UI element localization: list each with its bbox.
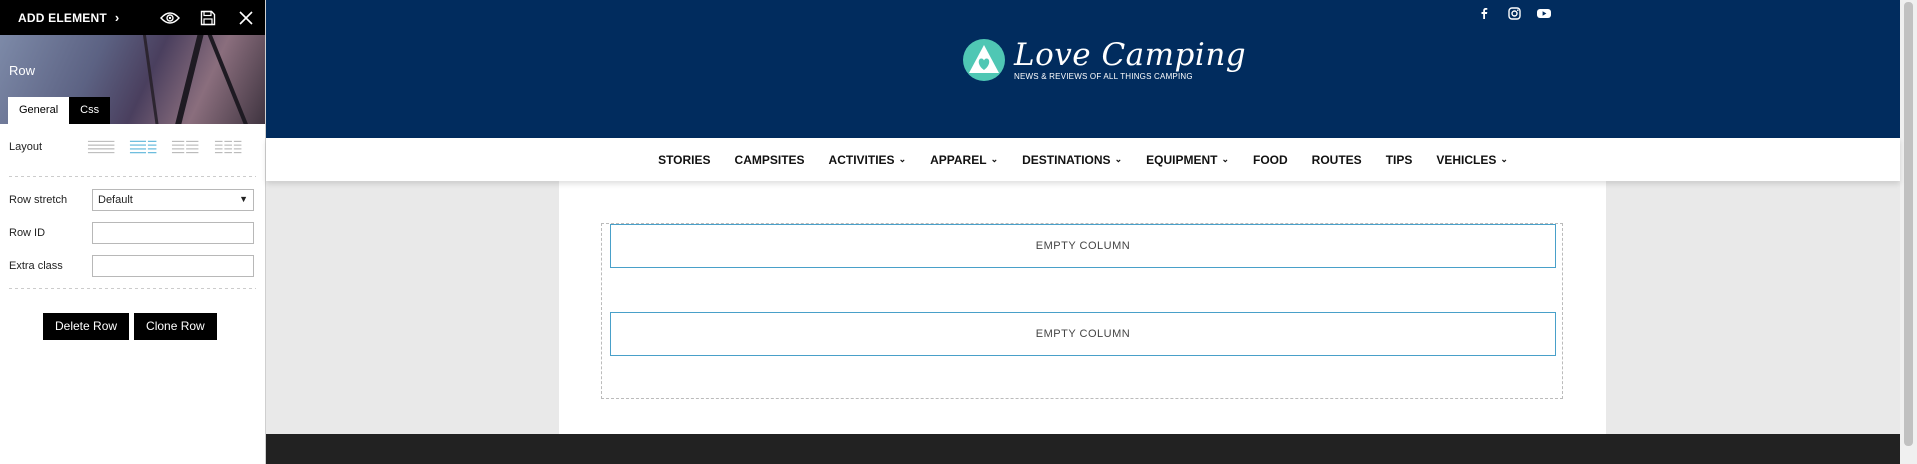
nav-item-destinations[interactable]: DESTINATIONS ⌄ <box>1022 153 1122 167</box>
row-stretch-select[interactable]: Default ▼ <box>92 188 254 211</box>
nav-item-stories[interactable]: STORIES <box>658 153 710 167</box>
scrollbar-thumb[interactable] <box>1904 2 1913 446</box>
nav-label: VEHICLES <box>1436 152 1497 167</box>
row-id-label: Row ID <box>9 226 46 239</box>
nav-label: DESTINATIONS <box>1022 152 1111 167</box>
row-id-row: Row ID <box>0 216 265 249</box>
nav-item-vehicles[interactable]: VEHICLES ⌄ <box>1436 153 1508 167</box>
main-nav: STORIES CAMPSITES ACTIVITIES ⌄ APPAREL ⌄ D… <box>266 138 1900 181</box>
layout-label: Layout <box>9 141 43 153</box>
chevron-down-icon: ⌄ <box>1221 154 1229 164</box>
empty-column[interactable]: EMPTY COLUMN <box>610 224 1556 268</box>
row-id-input[interactable] <box>92 221 254 244</box>
add-element-button[interactable]: ADD ELEMENT › <box>18 10 119 25</box>
nav-label: ACTIVITIES <box>828 152 895 167</box>
content-area: EMPTY COLUMN EMPTY COLUMN <box>559 181 1606 434</box>
extra-class-input[interactable] <box>92 254 254 277</box>
panel-title: Row <box>9 63 36 78</box>
row-stretch-value: Default <box>98 193 133 206</box>
empty-column[interactable]: EMPTY COLUMN <box>610 312 1556 356</box>
delete-row-button[interactable]: Delete Row <box>43 313 130 340</box>
site-logo[interactable]: Love Camping NEWS & REVIEWS OF ALL THING… <box>962 38 1246 82</box>
nav-item-food[interactable]: FOOD <box>1253 153 1288 167</box>
nav-label: CAMPSITES <box>734 152 805 167</box>
layout-1-2-1-2-icon[interactable] <box>171 138 199 156</box>
site-footer <box>266 434 1900 464</box>
add-element-label: ADD ELEMENT <box>18 10 107 25</box>
chevron-down-icon: ⌄ <box>1500 154 1508 164</box>
row-stretch-row: Row stretch Default ▼ <box>0 183 265 216</box>
nav-label: FOOD <box>1253 152 1288 167</box>
layout-1-column-icon[interactable] <box>87 138 115 156</box>
site-preview: Love Camping NEWS & REVIEWS OF ALL THING… <box>266 0 1900 464</box>
chevron-down-icon: ⌄ <box>898 154 907 164</box>
chevron-down-icon: ⌄ <box>1114 154 1123 164</box>
layout-1-3-icon[interactable] <box>214 138 242 156</box>
editor-toolbar: ADD ELEMENT › <box>0 0 265 35</box>
scrollbar[interactable] <box>1900 0 1917 464</box>
divider <box>9 176 256 177</box>
chevron-right-icon: › <box>114 10 120 25</box>
dropdown-arrow-icon: ▼ <box>239 193 248 204</box>
panel-header-image: Row General Css <box>0 35 265 124</box>
nav-item-activities[interactable]: ACTIVITIES ⌄ <box>829 153 907 167</box>
nav-item-routes[interactable]: ROUTES <box>1312 153 1362 167</box>
nav-label: TIPS <box>1385 152 1413 167</box>
nav-label: EQUIPMENT <box>1146 152 1218 167</box>
builder-row[interactable]: EMPTY COLUMN EMPTY COLUMN <box>601 223 1563 399</box>
tab-general[interactable]: General <box>8 97 70 124</box>
editor-panel: ADD ELEMENT › Row General Css Layout Row… <box>0 0 266 464</box>
tab-css[interactable]: Css <box>69 97 111 124</box>
layout-row: Layout <box>0 124 265 170</box>
nav-item-campsites[interactable]: CAMPSITES <box>735 153 805 167</box>
logo-tagline: NEWS & REVIEWS OF ALL THINGS CAMPING <box>1014 72 1193 81</box>
facebook-icon[interactable] <box>1474 3 1494 23</box>
nav-label: ROUTES <box>1311 152 1362 167</box>
nav-label: APPAREL <box>930 152 987 167</box>
chevron-down-icon: ⌄ <box>990 154 999 164</box>
close-icon[interactable] <box>227 0 265 35</box>
nav-item-tips[interactable]: TIPS <box>1386 153 1413 167</box>
instagram-icon[interactable] <box>1504 3 1524 23</box>
clone-row-button[interactable]: Clone Row <box>134 313 217 340</box>
eye-icon[interactable] <box>151 0 189 35</box>
extra-class-label: Extra class <box>9 259 63 272</box>
site-header: Love Camping NEWS & REVIEWS OF ALL THING… <box>266 0 1900 138</box>
panel-tabs: General Css <box>8 97 111 124</box>
tent-heart-logo-icon <box>963 39 1005 81</box>
extra-class-row: Extra class <box>0 249 265 282</box>
row-actions: Delete Row Clone Row <box>43 313 265 340</box>
logo-name: Love Camping <box>1014 37 1247 73</box>
save-icon[interactable] <box>189 0 227 35</box>
row-stretch-label: Row stretch <box>9 193 68 206</box>
nav-item-apparel[interactable]: APPAREL ⌄ <box>930 153 998 167</box>
youtube-icon[interactable] <box>1534 3 1554 23</box>
divider <box>9 288 256 289</box>
social-links <box>1474 3 1554 23</box>
nav-label: STORIES <box>658 152 711 167</box>
layout-2-3-1-3-icon[interactable] <box>129 138 157 156</box>
nav-item-equipment[interactable]: EQUIPMENT ⌄ <box>1146 153 1229 167</box>
